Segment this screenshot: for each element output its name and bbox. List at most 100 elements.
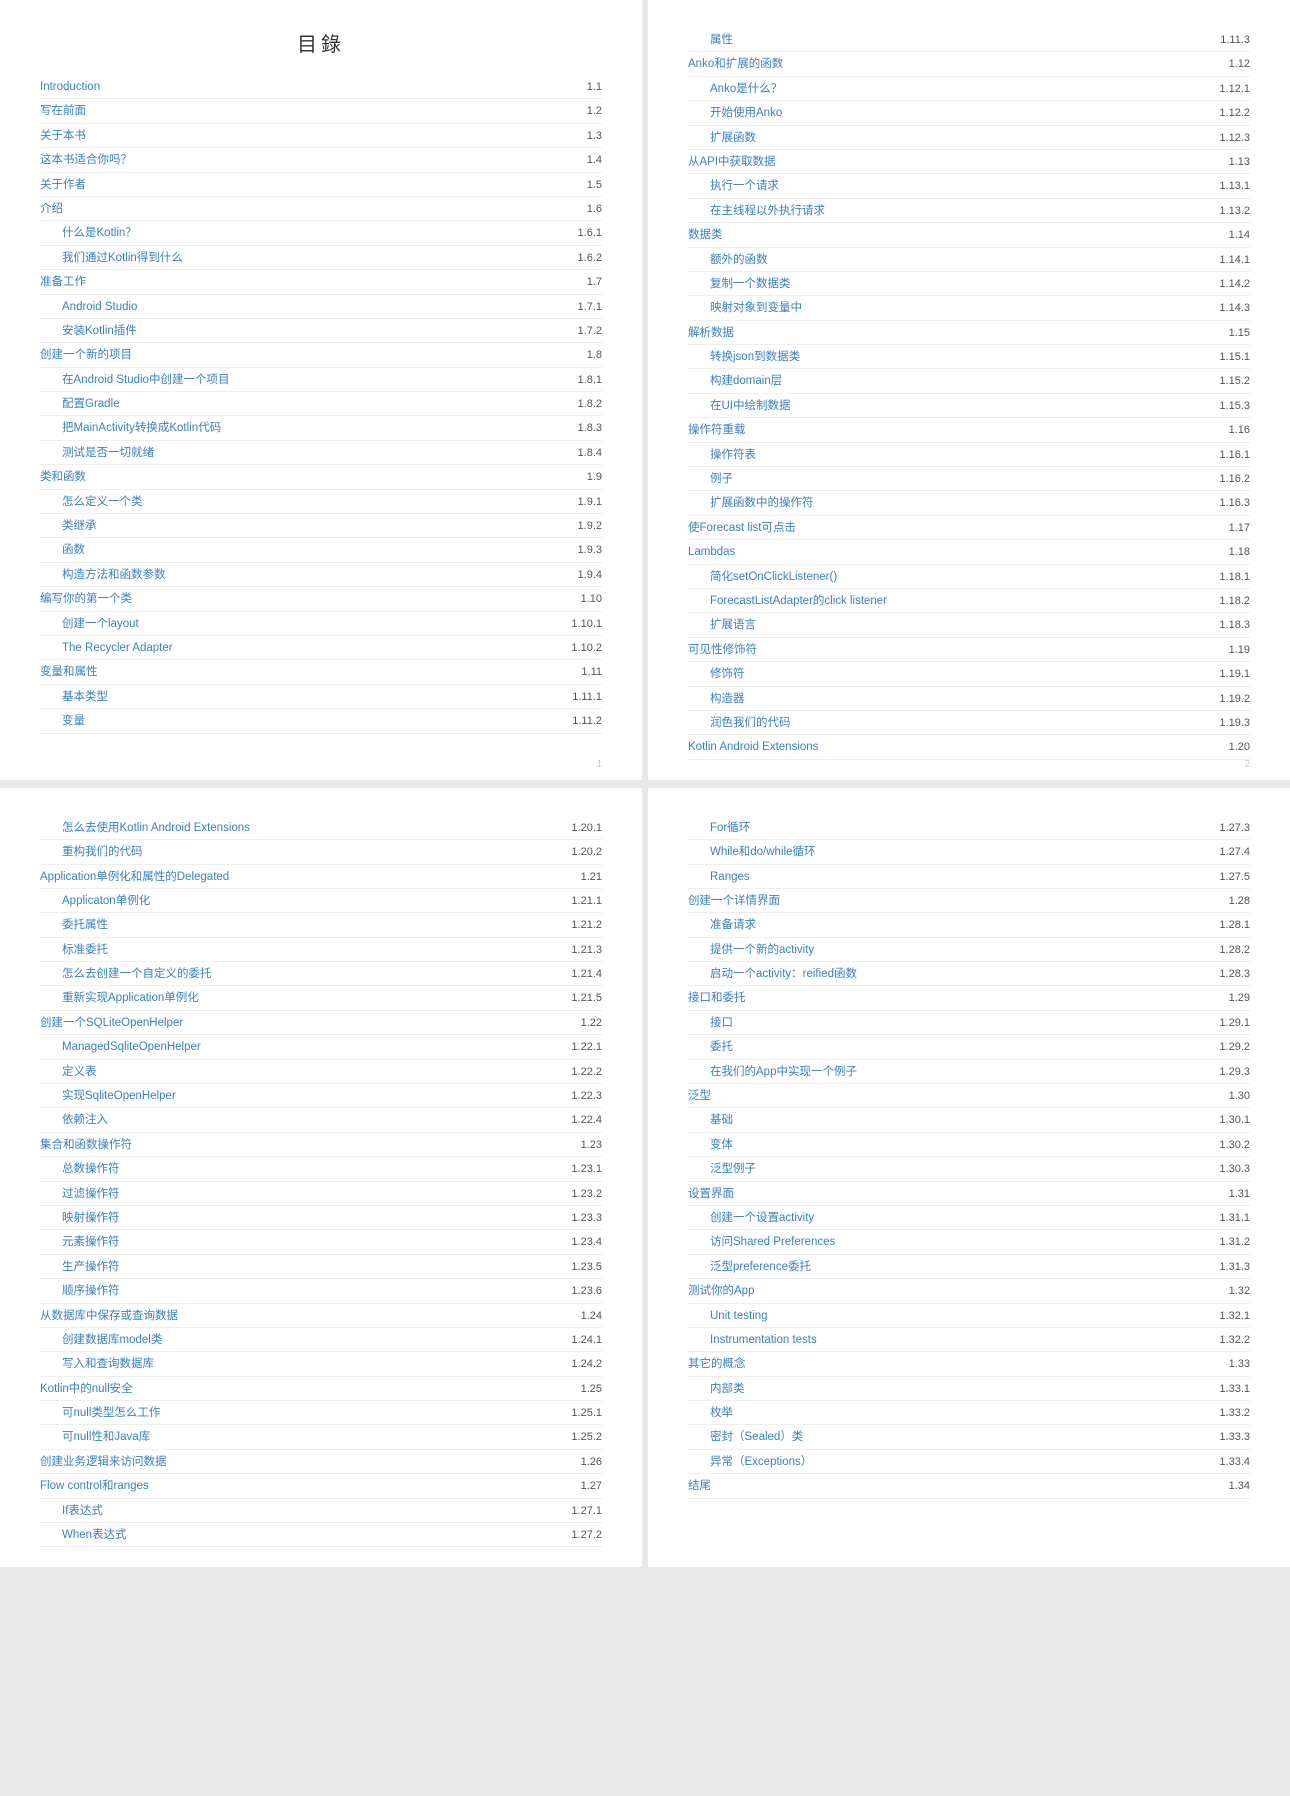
toc-row[interactable]: Introduction1.1 (40, 75, 602, 99)
toc-link[interactable]: 基础 (688, 1112, 733, 1128)
toc-link[interactable]: 从数据库中保存或查询数据 (40, 1308, 178, 1324)
toc-row[interactable]: 扩展函数1.12.3 (688, 126, 1250, 150)
toc-link[interactable]: 什么是Kotlin？ (40, 225, 137, 241)
toc-link[interactable]: Unit testing (688, 1308, 768, 1324)
toc-row[interactable]: 这本书适合你吗？1.4 (40, 148, 602, 172)
toc-row[interactable]: 其它的概念1.33 (688, 1352, 1250, 1376)
toc-link[interactable]: 准备请求 (688, 917, 756, 933)
toc-link[interactable]: 创建数据库model类 (40, 1332, 162, 1348)
toc-row[interactable]: 密封（Sealed）类1.33.3 (688, 1425, 1250, 1449)
toc-row[interactable]: Unit testing1.32.1 (688, 1304, 1250, 1328)
toc-row[interactable]: 提供一个新的activity1.28.2 (688, 938, 1250, 962)
toc-row[interactable]: 简化setOnClickListener()1.18.1 (688, 565, 1250, 589)
toc-row[interactable]: 元素操作符1.23.4 (40, 1230, 602, 1254)
toc-row[interactable]: 映射操作符1.23.3 (40, 1206, 602, 1230)
toc-row[interactable]: 基本类型1.11.1 (40, 685, 602, 709)
toc-link[interactable]: Kotlin Android Extensions (688, 739, 818, 755)
toc-row[interactable]: 怎么定义一个类1.9.1 (40, 490, 602, 514)
toc-link[interactable]: 枚举 (688, 1405, 733, 1421)
toc-row[interactable]: 基础1.30.1 (688, 1108, 1250, 1132)
toc-row[interactable]: 执行一个请求1.13.1 (688, 174, 1250, 198)
toc-row[interactable]: 怎么去使用Kotlin Android Extensions1.20.1 (40, 816, 602, 840)
toc-link[interactable]: 总数操作符 (40, 1161, 120, 1177)
toc-row[interactable]: If表达式1.27.1 (40, 1499, 602, 1523)
toc-row[interactable]: 生产操作符1.23.5 (40, 1255, 602, 1279)
toc-row[interactable]: For循环1.27.3 (688, 816, 1250, 840)
toc-link[interactable]: 关于本书 (40, 128, 86, 144)
toc-link[interactable]: 转换json到数据类 (688, 349, 800, 365)
toc-row[interactable]: 测试你的App1.32 (688, 1279, 1250, 1303)
toc-row[interactable]: 构造方法和函数参数1.9.4 (40, 563, 602, 587)
toc-link[interactable]: 创建一个设置activity (688, 1210, 814, 1226)
toc-row[interactable]: 重新实现Application单例化1.21.5 (40, 986, 602, 1010)
toc-link[interactable]: 创建一个SQLiteOpenHelper (40, 1015, 183, 1031)
toc-link[interactable]: 变量和属性 (40, 664, 98, 680)
toc-row[interactable]: 测试是否一切就绪1.8.4 (40, 441, 602, 465)
toc-row[interactable]: 创建一个新的项目1.8 (40, 343, 602, 367)
toc-link[interactable]: For循环 (688, 820, 750, 836)
toc-row[interactable]: ManagedSqliteOpenHelper1.22.1 (40, 1035, 602, 1059)
toc-row[interactable]: 变量1.11.2 (40, 709, 602, 733)
toc-link[interactable]: 修饰符 (688, 666, 745, 682)
toc-link[interactable]: 泛型preference委托 (688, 1259, 811, 1275)
toc-link[interactable]: Instrumentation tests (688, 1332, 817, 1348)
toc-link[interactable]: 密封（Sealed）类 (688, 1429, 803, 1445)
toc-row[interactable]: 写入和查询数据库1.24.2 (40, 1352, 602, 1376)
toc-link[interactable]: 介绍 (40, 201, 63, 217)
toc-row[interactable]: Applicaton单例化1.21.1 (40, 889, 602, 913)
toc-row[interactable]: Lambdas1.18 (688, 540, 1250, 564)
toc-link[interactable]: While和do/while循环 (688, 844, 815, 860)
toc-row[interactable]: 创建业务逻辑来访问数据1.26 (40, 1450, 602, 1474)
toc-row[interactable]: 类和函数1.9 (40, 465, 602, 489)
toc-row[interactable]: 复制一个数据类1.14.2 (688, 272, 1250, 296)
toc-link[interactable]: 接口和委托 (688, 990, 746, 1006)
toc-link[interactable]: 变体 (688, 1137, 733, 1153)
toc-link[interactable]: 提供一个新的activity (688, 942, 814, 958)
toc-row[interactable]: 准备请求1.28.1 (688, 913, 1250, 937)
toc-link[interactable]: 解析数据 (688, 325, 734, 341)
toc-row[interactable]: Kotlin中的null安全1.25 (40, 1377, 602, 1401)
toc-link[interactable]: 操作符表 (688, 447, 756, 463)
toc-row[interactable]: 集合和函数操作符1.23 (40, 1133, 602, 1157)
toc-link[interactable]: 可见性修饰符 (688, 642, 757, 658)
toc-link[interactable]: 数据类 (688, 227, 723, 243)
toc-row[interactable]: 重构我们的代码1.20.2 (40, 840, 602, 864)
toc-link[interactable]: 泛型例子 (688, 1161, 756, 1177)
toc-link[interactable]: 类和函数 (40, 469, 86, 485)
toc-link[interactable]: 定义表 (40, 1064, 97, 1080)
toc-row[interactable]: 转换json到数据类1.15.1 (688, 345, 1250, 369)
toc-row[interactable]: The Recycler Adapter1.10.2 (40, 636, 602, 660)
toc-link[interactable]: 重构我们的代码 (40, 844, 143, 860)
toc-row[interactable]: 准备工作1.7 (40, 270, 602, 294)
toc-link[interactable]: 我们通过Kotlin得到什么 (40, 250, 183, 266)
toc-link[interactable]: 标准委托 (40, 942, 108, 958)
toc-link[interactable]: 启动一个activity：reified函数 (688, 966, 857, 982)
toc-row[interactable]: 变体1.30.2 (688, 1133, 1250, 1157)
toc-link[interactable]: 访问Shared Preferences (688, 1234, 835, 1250)
toc-row[interactable]: 异常（Exceptions）1.33.4 (688, 1450, 1250, 1474)
toc-link[interactable]: Ranges (688, 869, 750, 885)
toc-link[interactable]: 在我们的App中实现一个例子 (688, 1064, 857, 1080)
toc-row[interactable]: 操作符重载1.16 (688, 418, 1250, 442)
toc-row[interactable]: Instrumentation tests1.32.2 (688, 1328, 1250, 1352)
toc-row[interactable]: 标准委托1.21.3 (40, 938, 602, 962)
toc-row[interactable]: 关于作者1.5 (40, 173, 602, 197)
toc-link[interactable]: ManagedSqliteOpenHelper (40, 1039, 201, 1055)
toc-link[interactable]: 在UI中绘制数据 (688, 398, 791, 414)
toc-row[interactable]: 变量和属性1.11 (40, 660, 602, 684)
toc-link[interactable]: 例子 (688, 471, 733, 487)
toc-row[interactable]: 把MainActivity转换成Kotlin代码1.8.3 (40, 416, 602, 440)
toc-link[interactable]: 执行一个请求 (688, 178, 779, 194)
toc-link[interactable]: 这本书适合你吗？ (40, 152, 132, 168)
toc-row[interactable]: 从API中获取数据1.13 (688, 150, 1250, 174)
toc-link[interactable]: 写入和查询数据库 (40, 1356, 154, 1372)
toc-link[interactable]: ForecastListAdapter的click listener (688, 593, 887, 609)
toc-row[interactable]: 在我们的App中实现一个例子1.29.3 (688, 1060, 1250, 1084)
toc-link[interactable]: 测试你的App (688, 1283, 754, 1299)
toc-link[interactable]: If表达式 (40, 1503, 103, 1519)
toc-row[interactable]: 委托属性1.21.2 (40, 913, 602, 937)
toc-link[interactable]: 使Forecast list可点击 (688, 520, 796, 536)
toc-link[interactable]: 类继承 (40, 518, 97, 534)
toc-link[interactable]: 在主线程以外执行请求 (688, 203, 825, 219)
toc-link[interactable]: 配置Gradle (40, 396, 120, 412)
